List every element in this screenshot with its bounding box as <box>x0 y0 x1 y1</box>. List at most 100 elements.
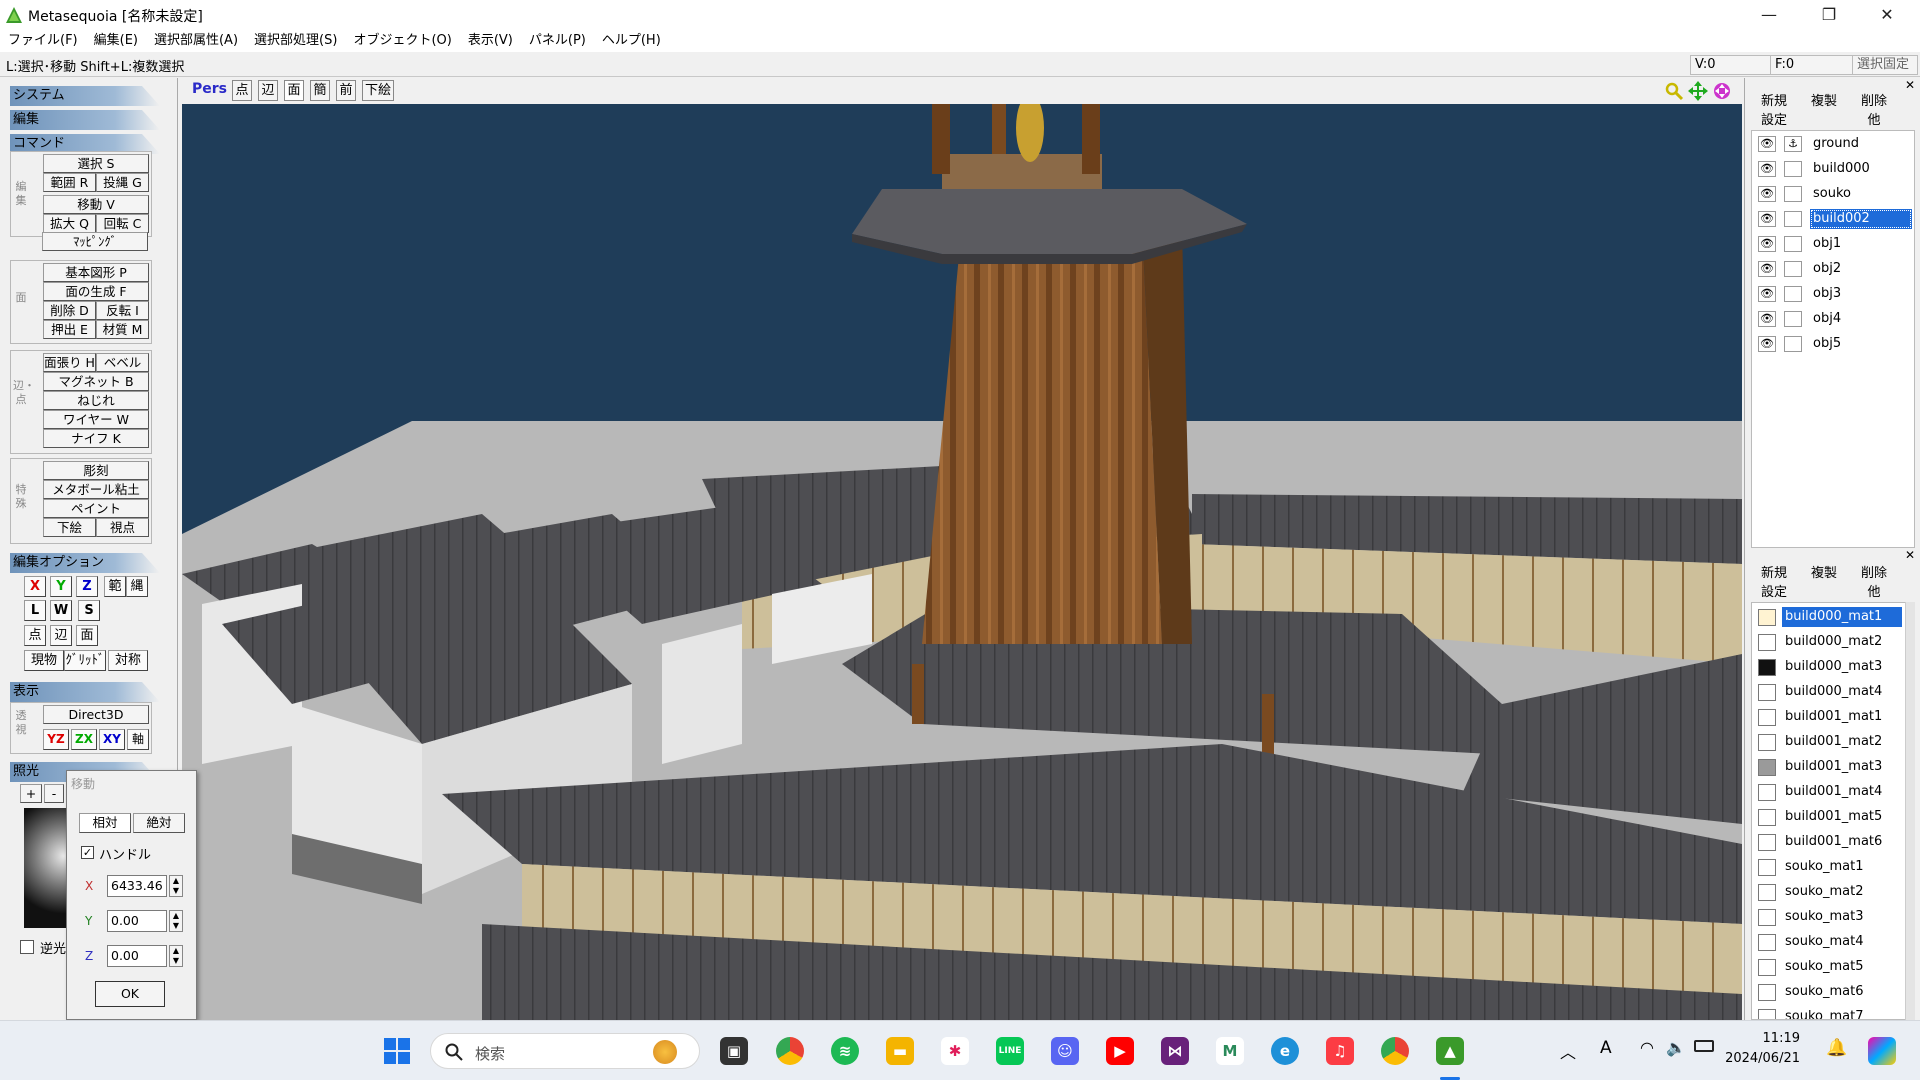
scale-tool-button[interactable]: 拡大 Q <box>43 214 96 233</box>
material-row[interactable]: build001_mat6 <box>1754 830 1904 854</box>
object-row-obj3[interactable]: 👁 obj3 <box>1754 283 1914 305</box>
material-row[interactable]: build001_mat1 <box>1754 705 1904 729</box>
object-row-obj2[interactable]: 👁 obj2 <box>1754 258 1914 280</box>
axis-z-toggle[interactable]: Z <box>76 576 98 597</box>
handle-checkbox[interactable]: ✓ <box>81 846 94 859</box>
material-tool-button[interactable]: 材質 M <box>96 320 149 339</box>
x-spinner[interactable]: ▲ ▼ <box>169 875 183 897</box>
primitive-tool-button[interactable]: 基本図形 P <box>43 263 149 282</box>
object-row-build000[interactable]: 👁 build000 <box>1754 158 1914 180</box>
current-object-toggle[interactable]: 現物 <box>24 650 64 671</box>
material-settings-button[interactable]: 設定 <box>1751 583 1797 602</box>
material-row[interactable]: souko_mat2 <box>1754 880 1904 904</box>
taskbar-search-box[interactable]: 検索 <box>430 1033 700 1069</box>
section-display[interactable]: 表示 <box>10 682 160 702</box>
lock-icon[interactable] <box>1784 311 1802 327</box>
menu-view[interactable]: 表示(V) <box>460 30 521 50</box>
object-new-button[interactable]: 新規 <box>1751 92 1797 111</box>
sculpt-tool-button[interactable]: 彫刻 <box>43 461 149 480</box>
line-icon[interactable]: LINE <box>996 1037 1024 1065</box>
section-edit-options[interactable]: 編集オプション <box>10 553 160 573</box>
make-face-button[interactable]: 面の生成 F <box>43 282 149 301</box>
remove-light-button[interactable]: - <box>44 784 64 803</box>
material-name[interactable]: build001_mat1 <box>1782 707 1902 727</box>
wifi-icon[interactable]: ◠ <box>1640 1038 1654 1057</box>
screen-toggle[interactable]: S <box>78 600 100 621</box>
simple-display-toggle[interactable]: 簡 <box>310 80 330 101</box>
visibility-eye-icon[interactable]: 👁 <box>1758 136 1776 152</box>
material-row[interactable]: build000_mat4 <box>1754 680 1904 704</box>
object-name[interactable]: build000 <box>1810 159 1912 179</box>
mapping-tool-button[interactable]: ﾏｯﾋﾟﾝｸﾞ <box>42 232 148 251</box>
absolute-mode-button[interactable]: 絶対 <box>133 813 185 833</box>
menu-object[interactable]: オブジェクト(O) <box>345 30 459 50</box>
material-other-button[interactable]: 他 <box>1851 583 1897 602</box>
object-row-ground[interactable]: 👁 ⚓ ground <box>1754 133 1914 155</box>
object-row-obj4[interactable]: 👁 obj4 <box>1754 308 1914 330</box>
material-name[interactable]: souko_mat2 <box>1782 882 1902 902</box>
lock-icon[interactable] <box>1784 261 1802 277</box>
apple-music-icon[interactable]: ♫ <box>1326 1037 1354 1065</box>
visibility-eye-icon[interactable]: 👁 <box>1758 336 1776 352</box>
menu-selection-attribute[interactable]: 選択部属性(A) <box>146 30 246 50</box>
object-row-souko[interactable]: 👁 souko <box>1754 183 1914 205</box>
magnet-tool-button[interactable]: マグネット B <box>43 372 149 391</box>
lock-icon[interactable] <box>1784 186 1802 202</box>
visibility-eye-icon[interactable]: 👁 <box>1758 161 1776 177</box>
material-name[interactable]: build001_mat6 <box>1782 832 1902 852</box>
lock-icon[interactable] <box>1784 336 1802 352</box>
twist-tool-button[interactable]: ねじれ <box>43 391 149 410</box>
chrome-profile-icon[interactable] <box>1381 1037 1409 1065</box>
lasso-tool-button[interactable]: 投縄 G <box>96 173 149 192</box>
menu-file[interactable]: ファイル(F) <box>0 30 86 50</box>
material-color-swatch[interactable] <box>1758 884 1776 901</box>
material-color-swatch[interactable] <box>1758 834 1776 851</box>
range-tool-button[interactable]: 範囲 R <box>43 173 96 192</box>
task-view-icon[interactable]: ▣ <box>720 1037 748 1065</box>
add-light-button[interactable]: + <box>20 784 42 803</box>
object-name[interactable]: obj5 <box>1810 334 1912 354</box>
visibility-eye-icon[interactable]: 👁 <box>1758 286 1776 302</box>
axis-y-toggle[interactable]: Y <box>50 576 72 597</box>
paint-tool-button[interactable]: ペイント <box>43 499 149 518</box>
ime-indicator[interactable]: A <box>1600 1038 1612 1058</box>
section-system[interactable]: システム <box>10 86 160 106</box>
material-row[interactable]: souko_mat3 <box>1754 905 1904 929</box>
range-option-toggle[interactable]: 範 <box>104 576 126 597</box>
edge-icon[interactable]: e <box>1271 1037 1299 1065</box>
material-row[interactable]: build001_mat4 <box>1754 780 1904 804</box>
bevel-button[interactable]: ベベル <box>96 353 149 372</box>
discord-icon[interactable]: ☺ <box>1051 1037 1079 1065</box>
menu-selection-process[interactable]: 選択部処理(S) <box>246 30 345 50</box>
material-color-swatch[interactable] <box>1758 609 1776 626</box>
pan-icon[interactable] <box>1688 81 1708 101</box>
rotate-view-icon[interactable] <box>1712 81 1732 101</box>
material-name[interactable]: souko_mat1 <box>1782 857 1902 877</box>
notification-bell-icon[interactable]: 🔔 <box>1826 1038 1847 1058</box>
material-row[interactable]: souko_mat4 <box>1754 930 1904 954</box>
clock-date[interactable]: 2024/06/21 <box>1724 1051 1800 1066</box>
view-xy-button[interactable]: XY <box>99 729 125 750</box>
material-name[interactable]: souko_mat5 <box>1782 957 1902 977</box>
material-row[interactable]: souko_mat6 <box>1754 980 1904 1004</box>
local-toggle[interactable]: L <box>24 600 46 621</box>
object-name[interactable]: obj3 <box>1810 284 1912 304</box>
front-toggle[interactable]: 前 <box>336 80 356 101</box>
youtube-icon[interactable]: ▶ <box>1106 1037 1134 1065</box>
metaball-tool-button[interactable]: メタボール粘土 <box>43 480 149 499</box>
material-row[interactable]: souko_mat7 <box>1754 1005 1904 1019</box>
x-value-input[interactable]: 6433.46 <box>107 875 167 897</box>
object-name[interactable]: obj2 <box>1810 259 1912 279</box>
material-name[interactable]: build000_mat1 <box>1782 607 1902 627</box>
material-color-swatch[interactable] <box>1758 709 1776 726</box>
world-toggle[interactable]: W <box>50 600 72 621</box>
material-color-swatch[interactable] <box>1758 634 1776 651</box>
visual-studio-icon[interactable]: ⋈ <box>1161 1037 1189 1065</box>
edge-mode-toggle[interactable]: 辺 <box>50 625 72 646</box>
material-row[interactable]: build000_mat1 <box>1754 605 1904 629</box>
view-zx-button[interactable]: ZX <box>71 729 97 750</box>
file-explorer-icon[interactable]: ▬ <box>886 1037 914 1065</box>
lock-icon[interactable] <box>1784 161 1802 177</box>
material-name[interactable]: souko_mat6 <box>1782 982 1902 1002</box>
object-name[interactable]: ground <box>1810 134 1912 154</box>
